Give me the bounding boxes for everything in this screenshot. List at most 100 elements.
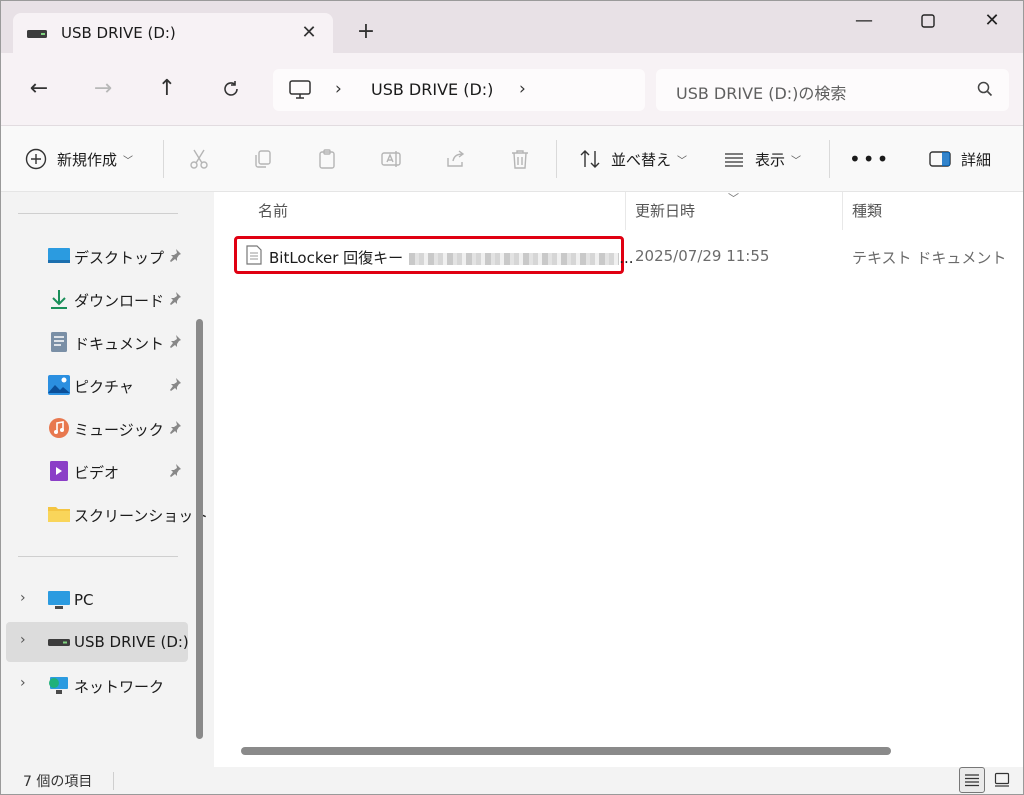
folder-icon	[48, 507, 70, 522]
music-icon	[49, 418, 69, 438]
sidebar-scrollbar[interactable]	[196, 319, 203, 739]
new-tab-button[interactable]: +	[349, 15, 383, 49]
thumbnail-view-icon	[994, 772, 1010, 787]
chevron-right-icon[interactable]: ›	[519, 79, 526, 99]
details-view-button[interactable]	[959, 767, 985, 793]
sidebar-label: USB DRIVE (D:)	[74, 633, 189, 651]
chevron-right-icon[interactable]: ›	[335, 79, 342, 99]
tab-title: USB DRIVE (D:)	[61, 24, 176, 42]
download-icon	[51, 290, 67, 309]
sidebar-item-downloads[interactable]: ダウンロード	[6, 279, 188, 319]
cut-button[interactable]	[185, 145, 213, 173]
usb-drive-icon	[27, 30, 47, 38]
details-label: 詳細	[961, 150, 992, 169]
paste-icon	[319, 149, 335, 169]
title-bar: USB DRIVE (D:) ✕ + — ✕	[1, 1, 1023, 55]
pin-icon[interactable]	[168, 420, 182, 434]
tab-usb-drive[interactable]: USB DRIVE (D:) ✕	[13, 13, 333, 55]
chevron-right-icon[interactable]: ›	[20, 632, 26, 648]
file-row-bitlocker[interactable]: BitLocker 回復キー...	[234, 236, 634, 274]
new-button[interactable]: 新規作成 ﹀	[25, 146, 133, 172]
desktop-icon	[48, 248, 70, 263]
plus-circle-icon	[25, 148, 47, 170]
sort-indicator-icon: ﹀	[728, 192, 739, 205]
share-icon	[447, 150, 465, 167]
horizontal-scrollbar[interactable]	[241, 747, 891, 755]
search-box[interactable]: USB DRIVE (D:)の検索	[656, 69, 1009, 111]
sidebar-label: スクリーンショット	[74, 507, 209, 525]
thumbnail-view-button[interactable]	[989, 767, 1015, 793]
column-divider[interactable]	[842, 192, 843, 230]
usb-drive-icon	[48, 639, 70, 646]
sidebar-label: PC	[74, 591, 94, 609]
sidebar-item-network[interactable]: › ネットワーク	[6, 665, 188, 705]
forward-button[interactable]: →	[87, 73, 119, 105]
column-header-date[interactable]: 更新日時	[635, 200, 695, 221]
video-icon	[50, 461, 68, 481]
sidebar-label: ビデオ	[74, 464, 120, 482]
redacted-text	[409, 252, 620, 265]
maximize-icon	[921, 14, 935, 28]
chevron-down-icon: ﹀	[123, 155, 134, 167]
sidebar-label: ピクチャ	[74, 378, 134, 396]
column-header-name[interactable]: 名前	[258, 200, 288, 221]
status-divider	[113, 772, 114, 790]
text-file-icon	[246, 245, 262, 265]
sort-icon	[580, 150, 600, 168]
more-options-button[interactable]: •••	[849, 146, 890, 172]
navigation-bar: ← → ↑ › USB DRIVE (D:) › USB DRIVE (D:)の…	[1, 53, 1023, 126]
details-pane-button[interactable]: 詳細	[929, 146, 991, 172]
file-date: 2025/07/29 11:55	[635, 247, 770, 265]
sort-button[interactable]: 並べ替え ﹀	[579, 146, 687, 172]
pin-icon[interactable]	[168, 334, 182, 348]
up-button[interactable]: ↑	[151, 73, 183, 105]
delete-button[interactable]	[506, 145, 534, 173]
file-list: 名前 ﹀ 更新日時 種類 BitLocker 回復キー... 2025/07/2…	[214, 192, 1023, 767]
sidebar-item-pictures[interactable]: ピクチャ	[6, 365, 188, 405]
sidebar-item-documents[interactable]: ドキュメント	[6, 322, 188, 362]
share-button[interactable]	[442, 145, 470, 173]
sidebar-item-videos[interactable]: ビデオ	[6, 451, 188, 491]
sidebar-item-pc[interactable]: › PC	[6, 580, 188, 620]
search-icon	[977, 81, 993, 97]
view-label: 表示	[755, 150, 786, 169]
details-view-icon	[965, 774, 979, 787]
refresh-button[interactable]	[215, 73, 247, 105]
pin-icon[interactable]	[168, 463, 182, 477]
toolbar-divider	[829, 140, 830, 178]
close-tab-icon[interactable]: ✕	[295, 19, 323, 47]
sidebar-item-usb-drive[interactable]: › USB DRIVE (D:)	[6, 622, 189, 662]
file-name-ellipsis: ...	[619, 249, 634, 267]
sidebar-label: デスクトップ	[74, 249, 165, 267]
close-window-button[interactable]: ✕	[961, 1, 1023, 41]
column-divider[interactable]	[625, 192, 626, 230]
cut-icon	[190, 149, 208, 169]
address-bar[interactable]: › USB DRIVE (D:) ›	[273, 69, 645, 111]
sidebar-item-desktop[interactable]: デスクトップ	[6, 236, 188, 276]
address-path[interactable]: USB DRIVE (D:)	[371, 80, 493, 99]
chevron-right-icon[interactable]: ›	[20, 590, 26, 606]
file-name: BitLocker 回復キー	[269, 249, 404, 267]
maximize-button[interactable]	[897, 1, 959, 41]
copy-button[interactable]	[249, 145, 277, 173]
rename-button[interactable]	[377, 145, 405, 173]
minimize-button[interactable]: —	[833, 1, 895, 41]
sidebar-label: ネットワーク	[74, 678, 165, 696]
pin-icon[interactable]	[168, 291, 182, 305]
list-view-icon	[725, 153, 743, 167]
sidebar-item-screenshots[interactable]: スクリーンショット	[6, 494, 208, 534]
sidebar-label: ダウンロード	[74, 292, 165, 310]
view-button[interactable]: 表示 ﹀	[723, 146, 801, 172]
pin-icon[interactable]	[168, 248, 182, 262]
column-header-type[interactable]: 種類	[852, 200, 882, 221]
item-count: 7 個の項目	[23, 774, 93, 790]
pin-icon[interactable]	[168, 377, 182, 391]
paste-button[interactable]	[313, 145, 341, 173]
back-button[interactable]: ←	[23, 73, 55, 105]
trash-icon	[512, 150, 528, 169]
refresh-icon	[224, 81, 238, 96]
search-input[interactable]: USB DRIVE (D:)の検索	[676, 80, 846, 104]
sidebar-item-music[interactable]: ミュージック	[6, 408, 188, 448]
chevron-right-icon[interactable]: ›	[20, 675, 26, 691]
more-icon: •••	[849, 147, 891, 171]
